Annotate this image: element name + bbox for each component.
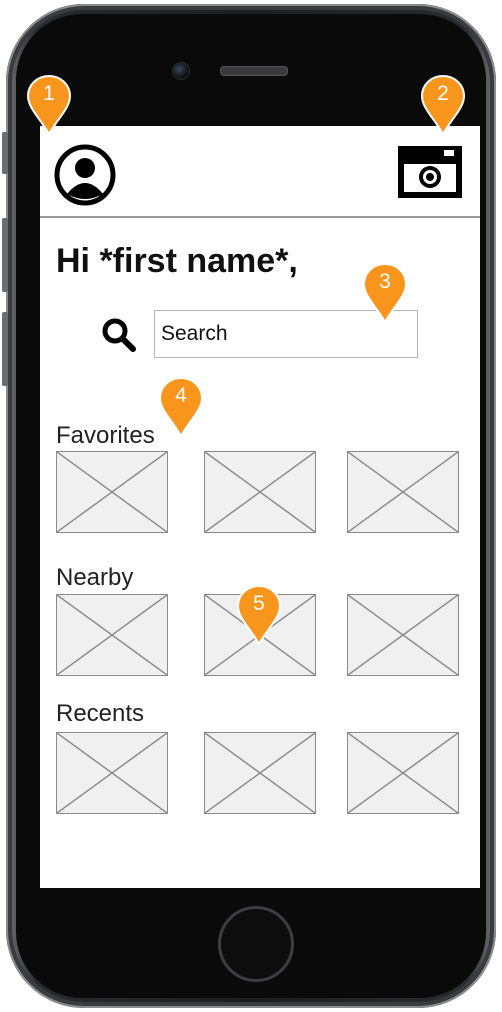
annotation-number: 1 — [43, 82, 55, 105]
favorite-item-2[interactable] — [204, 451, 316, 533]
annotation-number: 2 — [437, 82, 449, 105]
annotation-pin-1: 1 — [26, 74, 72, 137]
nearby-item-1[interactable] — [56, 594, 168, 676]
annotation-number: 3 — [379, 270, 391, 293]
section-title-favorites: Favorites — [56, 422, 155, 449]
greeting-title: Hi *first name*, — [56, 242, 298, 280]
annotation-pin-4: 4 — [158, 376, 204, 439]
app-screen: Hi *first name*, Favorites Nearby Recent… — [40, 126, 480, 888]
annotation-pin-2: 2 — [420, 74, 466, 137]
volume-up-button — [2, 218, 8, 292]
recent-item-1[interactable] — [56, 732, 168, 814]
mute-switch — [2, 132, 8, 174]
front-camera — [172, 62, 190, 80]
favorite-item-3[interactable] — [347, 451, 459, 533]
camera-icon[interactable] — [398, 146, 462, 198]
section-title-nearby: Nearby — [56, 564, 134, 591]
annotation-number: 5 — [253, 592, 265, 615]
volume-down-button — [2, 312, 8, 386]
recent-item-2[interactable] — [204, 732, 316, 814]
top-bar — [40, 126, 480, 218]
annotation-number: 4 — [175, 384, 187, 407]
home-button[interactable] — [218, 906, 294, 982]
recent-item-3[interactable] — [347, 732, 459, 814]
user-avatar-icon[interactable] — [54, 144, 116, 206]
section-title-recents: Recents — [56, 700, 145, 727]
nearby-item-3[interactable] — [347, 594, 459, 676]
magnifier-icon[interactable] — [102, 318, 136, 352]
annotation-pin-5: 5 — [236, 584, 282, 647]
favorite-item-1[interactable] — [56, 451, 168, 533]
annotation-pin-3: 3 — [362, 262, 408, 325]
earpiece-speaker — [220, 66, 288, 76]
